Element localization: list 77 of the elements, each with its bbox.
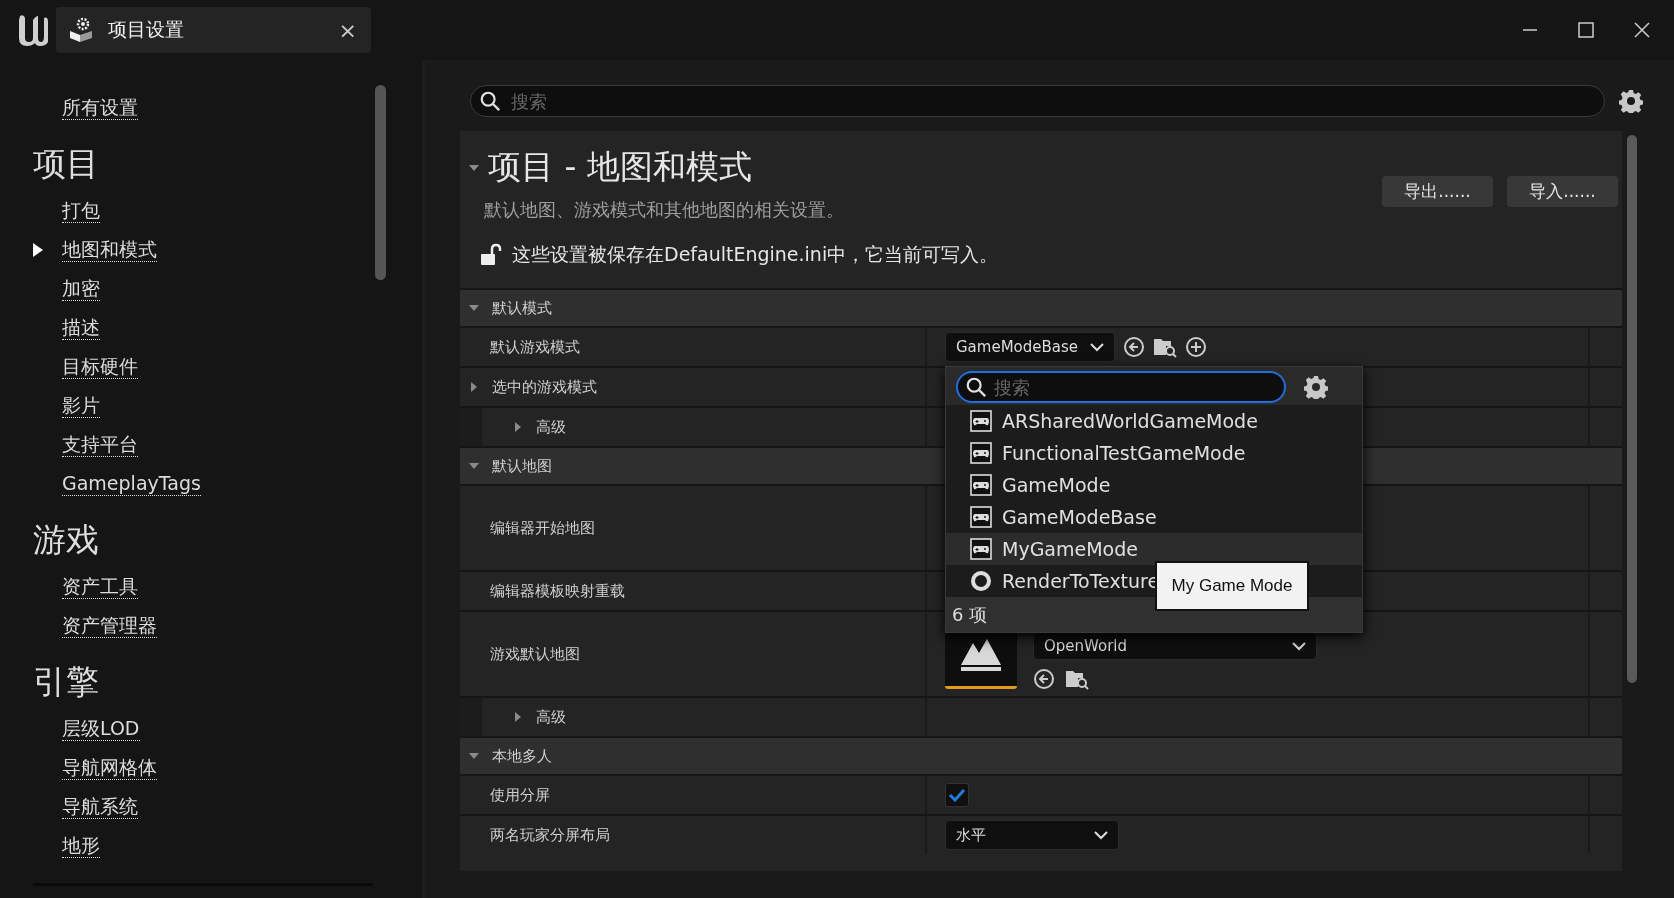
map-dropdown[interactable]: OpenWorld (1033, 632, 1317, 660)
arrow-left-icon[interactable] (1123, 336, 1145, 358)
sidebar-item[interactable]: 所有设置 (62, 95, 138, 120)
settings-icon[interactable] (1304, 375, 1328, 399)
class-list-item[interactable]: GameMode (946, 469, 1362, 501)
chevron-icon (1094, 830, 1108, 840)
property-label: 高级 (536, 417, 566, 437)
search-icon (965, 376, 987, 398)
notice-text: 这些设置被保存在DefaultEngine.ini中，它当前可写入。 (512, 242, 999, 267)
add-icon[interactable] (1185, 336, 1207, 358)
sidebar-item[interactable]: 打包 (62, 198, 100, 223)
sidebar-section-title: 引擎 (33, 661, 100, 703)
settings-icon[interactable] (1619, 89, 1643, 113)
class-list-item[interactable]: FunctionalTestGameMode (946, 437, 1362, 469)
property-label: 编辑器模板映射重载 (490, 581, 625, 601)
chevron-icon (1292, 641, 1306, 651)
sidebar-item[interactable]: 影片 (62, 393, 100, 418)
property-label: 两名玩家分屏布局 (490, 825, 610, 845)
chevron-icon (1090, 342, 1104, 352)
sidebar-item[interactable]: 目标硬件 (62, 354, 138, 379)
settings-tab[interactable]: 项目设置 × (56, 7, 371, 53)
section-description: 默认地图、游戏模式和其他地图的相关设置。 (484, 198, 844, 222)
gamepad-icon (970, 474, 992, 496)
folder-search-icon[interactable] (1153, 336, 1177, 358)
search-icon (479, 90, 501, 112)
tooltip: My Game Mode (1155, 561, 1309, 611)
property-label: 本地多人 (492, 746, 552, 766)
scrollbar[interactable] (1627, 135, 1637, 683)
arrow-left-icon[interactable] (1033, 668, 1055, 690)
property-label: 默认游戏模式 (490, 337, 580, 357)
sidebar-item[interactable]: 资产管理器 (62, 613, 157, 638)
section-title: 项目 - 地图和模式 (488, 146, 752, 188)
close-icon[interactable] (1634, 22, 1650, 38)
property-label: 游戏默认地图 (490, 644, 580, 664)
sidebar-item[interactable]: 加密 (62, 276, 100, 301)
sidebar-item[interactable]: 层级LOD (62, 716, 140, 741)
sidebar-item[interactable]: 地图和模式 (62, 237, 157, 262)
sidebar-section-title: 游戏 (33, 519, 100, 561)
scrollbar[interactable] (375, 85, 386, 280)
logo-icon (16, 12, 50, 48)
class-list-item[interactable]: GameModeBase (946, 501, 1362, 533)
sidebar-item[interactable]: 地形 (62, 833, 100, 858)
sidebar-item[interactable]: 支持平台 (62, 432, 138, 457)
property-label: 编辑器开始地图 (490, 518, 595, 538)
property-label: 使用分屏 (490, 785, 550, 805)
sidebar-item[interactable]: 描述 (62, 315, 100, 340)
unlock-icon (480, 243, 502, 267)
gamepad-icon (970, 442, 992, 464)
layout-dropdown[interactable]: 水平 (945, 820, 1119, 850)
sidebar-item[interactable]: 导航网格体 (62, 755, 157, 780)
tab-close[interactable]: × (338, 17, 357, 43)
action-button[interactable]: 导入...... (1507, 176, 1618, 207)
property-label: 高级 (536, 707, 566, 727)
class-list-item[interactable]: MyGameMode (946, 533, 1362, 565)
class-dropdown[interactable]: GameModeBase (945, 332, 1115, 362)
property-label: 选中的游戏模式 (492, 377, 597, 397)
checkbox[interactable] (945, 783, 969, 807)
gamepad-icon (970, 538, 992, 560)
action-button[interactable]: 导出...... (1382, 176, 1493, 207)
item-count: 6 项 (952, 602, 988, 627)
sidebar-item[interactable]: 导航系统 (62, 794, 138, 819)
gamepad-icon (970, 410, 992, 432)
class-list-item[interactable]: ARSharedWorldGameMode (946, 405, 1362, 437)
sidebar-section-title: 项目 (33, 143, 100, 185)
maximize-icon[interactable] (1578, 22, 1594, 38)
ring-icon (970, 570, 992, 592)
property-label: 默认地图 (492, 456, 552, 476)
sidebar-item[interactable]: 资产工具 (62, 574, 138, 599)
tab-title: 项目设置 (108, 17, 185, 42)
checkmark-icon (948, 788, 966, 802)
gamepad-icon (970, 506, 992, 528)
search-field[interactable]: 搜索 (956, 371, 1286, 403)
property-label: 默认模式 (492, 298, 552, 318)
search-field[interactable]: 搜索 (470, 85, 1605, 117)
folder-search-icon[interactable] (1065, 668, 1089, 690)
gear-box-icon (68, 17, 94, 43)
sidebar-item[interactable]: GameplayTags (62, 471, 201, 496)
